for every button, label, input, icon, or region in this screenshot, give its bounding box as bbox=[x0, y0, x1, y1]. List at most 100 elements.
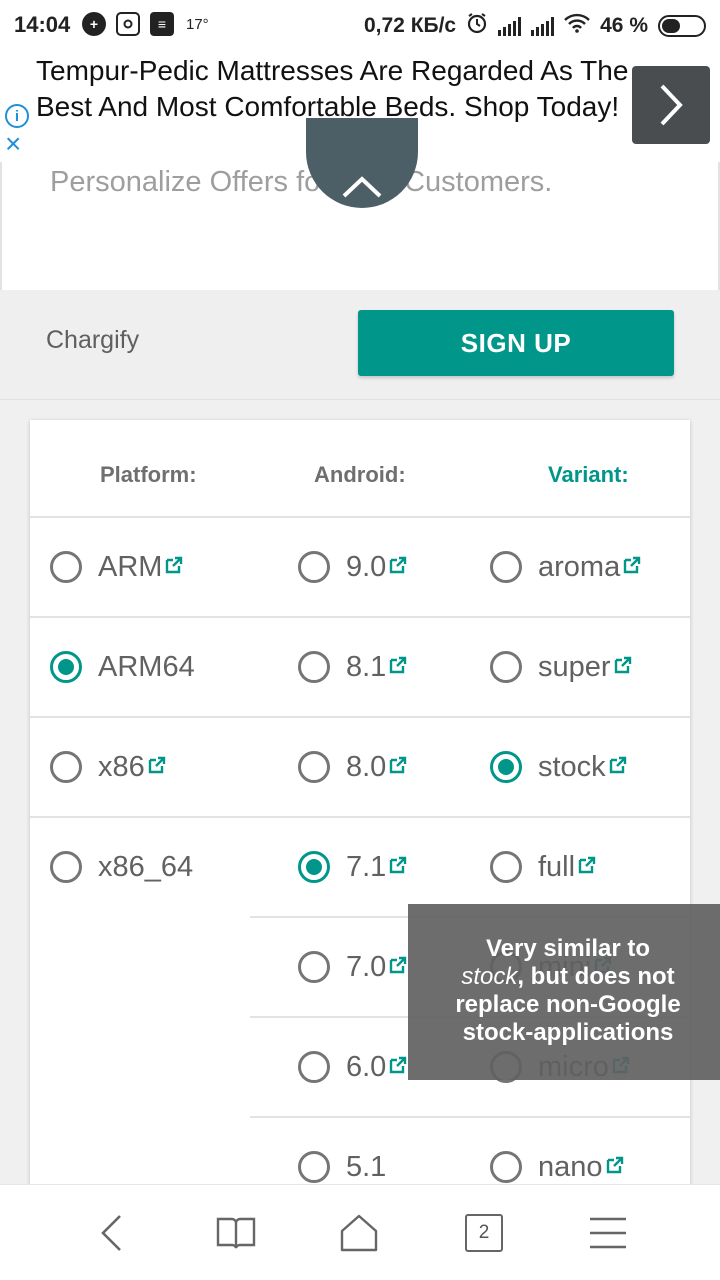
variant-radio[interactable] bbox=[490, 851, 522, 883]
tooltip-line: Very similar to bbox=[485, 935, 651, 962]
variant-radio[interactable] bbox=[490, 751, 522, 783]
platform-option-label[interactable]: x86 bbox=[98, 751, 145, 784]
battery-level bbox=[662, 19, 680, 33]
menu-button[interactable] bbox=[584, 1211, 632, 1255]
home-button[interactable] bbox=[335, 1211, 383, 1255]
variant-option[interactable]: super bbox=[490, 617, 633, 717]
external-link[interactable] bbox=[606, 755, 628, 779]
platform-option-label[interactable]: ARM bbox=[98, 551, 162, 584]
android-radio[interactable] bbox=[298, 751, 330, 783]
android-radio[interactable] bbox=[298, 551, 330, 583]
bookmarks-button[interactable] bbox=[212, 1211, 260, 1255]
variant-radio[interactable] bbox=[490, 1151, 522, 1183]
external-link-icon bbox=[390, 856, 407, 874]
external-link-icon bbox=[609, 756, 626, 774]
external-link[interactable] bbox=[386, 1055, 408, 1079]
bookmarks-icon bbox=[216, 1217, 256, 1249]
android-option[interactable]: 8.1 bbox=[298, 617, 408, 717]
android-option[interactable]: 8.0 bbox=[298, 717, 408, 817]
chat-bubble-icon: + bbox=[82, 12, 106, 36]
variant-option-label[interactable]: nano bbox=[538, 1151, 603, 1184]
variant-option-label[interactable]: super bbox=[538, 651, 611, 684]
android-option-label[interactable]: 5.1 bbox=[346, 1151, 386, 1184]
promo-description: Personalize Offers for Your Customers. bbox=[50, 166, 553, 198]
platform-header: Platform: bbox=[100, 462, 197, 487]
tabs-icon: 2 bbox=[465, 1214, 503, 1252]
external-link[interactable] bbox=[145, 755, 167, 779]
android-header: Android: bbox=[314, 462, 406, 487]
android-option-label[interactable]: 9.0 bbox=[346, 551, 386, 584]
signup-button[interactable]: SIGN UP bbox=[358, 310, 674, 376]
external-link[interactable] bbox=[386, 755, 408, 779]
platform-option[interactable]: x86_64 bbox=[50, 817, 193, 917]
android-option[interactable]: 9.0 bbox=[298, 517, 408, 617]
external-link[interactable] bbox=[620, 555, 642, 579]
android-radio[interactable] bbox=[298, 951, 330, 983]
external-link-icon bbox=[390, 956, 407, 974]
signal-icon bbox=[498, 16, 522, 36]
external-link[interactable] bbox=[386, 655, 408, 679]
android-option[interactable]: 7.1 bbox=[298, 817, 408, 917]
external-link[interactable] bbox=[611, 655, 633, 679]
battery-icon bbox=[658, 15, 706, 37]
android-option-label[interactable]: 6.0 bbox=[346, 1051, 386, 1084]
variant-radio[interactable] bbox=[490, 551, 522, 583]
android-radio[interactable] bbox=[298, 851, 330, 883]
back-button[interactable] bbox=[88, 1211, 136, 1255]
platform-radio[interactable] bbox=[50, 751, 82, 783]
external-link[interactable] bbox=[162, 555, 184, 579]
external-link[interactable] bbox=[386, 555, 408, 579]
variant-option[interactable]: full bbox=[490, 817, 597, 917]
system-status: 0,72 КБ/с 46 % bbox=[364, 12, 706, 40]
external-link-icon bbox=[390, 756, 407, 774]
download-selector: Platform: Android: Variant: ARM ARM64 x86 x… bbox=[30, 420, 690, 1200]
android-radio[interactable] bbox=[298, 1051, 330, 1083]
variant-radio[interactable] bbox=[490, 651, 522, 683]
platform-radio[interactable] bbox=[50, 851, 82, 883]
android-option-label[interactable]: 8.1 bbox=[346, 651, 386, 684]
back-icon bbox=[101, 1215, 121, 1251]
android-option[interactable]: 6.0 bbox=[298, 1017, 408, 1117]
external-link[interactable] bbox=[386, 855, 408, 879]
platform-option-label[interactable]: x86_64 bbox=[98, 851, 193, 884]
external-link[interactable] bbox=[386, 955, 408, 979]
chevron-right-icon bbox=[660, 84, 683, 126]
variant-option[interactable]: aroma bbox=[490, 517, 642, 617]
android-option-label[interactable]: 8.0 bbox=[346, 751, 386, 784]
android-option[interactable]: 7.0 bbox=[298, 917, 408, 1017]
platform-option[interactable]: x86 bbox=[50, 717, 167, 817]
wifi-icon bbox=[564, 13, 590, 39]
android-radio[interactable] bbox=[298, 1151, 330, 1183]
variant-option-label[interactable]: stock bbox=[538, 751, 606, 784]
android-option-label[interactable]: 7.0 bbox=[346, 951, 386, 984]
ad-close-icon[interactable]: × bbox=[5, 130, 21, 158]
browser-bottom-nav: 2 bbox=[0, 1184, 720, 1280]
external-link-icon bbox=[614, 656, 631, 674]
external-link[interactable] bbox=[575, 855, 597, 879]
instagram-icon bbox=[116, 12, 140, 36]
promo-card: Personalize Offers for Your Customers. bbox=[0, 118, 720, 290]
android-radio[interactable] bbox=[298, 651, 330, 683]
platform-radio[interactable] bbox=[50, 651, 82, 683]
tabs-button[interactable]: 2 bbox=[460, 1211, 508, 1255]
platform-option[interactable]: ARM bbox=[50, 517, 184, 617]
ad-info-icon[interactable]: i bbox=[5, 104, 29, 128]
alarm-icon bbox=[466, 12, 488, 40]
external-link-icon bbox=[148, 756, 165, 774]
platform-option-label[interactable]: ARM64 bbox=[98, 651, 195, 684]
battery-percent: 46 % bbox=[600, 14, 648, 37]
tooltip-line: stock-applications bbox=[462, 1019, 674, 1046]
external-link-icon bbox=[166, 556, 183, 574]
android-option-label[interactable]: 7.1 bbox=[346, 851, 386, 884]
variant-option-label[interactable]: aroma bbox=[538, 551, 620, 584]
chevron-up-icon bbox=[342, 176, 382, 198]
external-link-icon bbox=[624, 556, 641, 574]
external-link[interactable] bbox=[603, 1155, 625, 1179]
variant-option-label[interactable]: full bbox=[538, 851, 575, 884]
variant-option[interactable]: stock bbox=[490, 717, 628, 817]
platform-option[interactable]: ARM64 bbox=[50, 617, 195, 717]
ad-open-button[interactable] bbox=[632, 66, 710, 144]
note-icon: ≡ bbox=[150, 12, 174, 36]
platform-radio[interactable] bbox=[50, 551, 82, 583]
ad-text[interactable]: Tempur-Pedic Mattresses Are Regarded As … bbox=[36, 53, 636, 125]
